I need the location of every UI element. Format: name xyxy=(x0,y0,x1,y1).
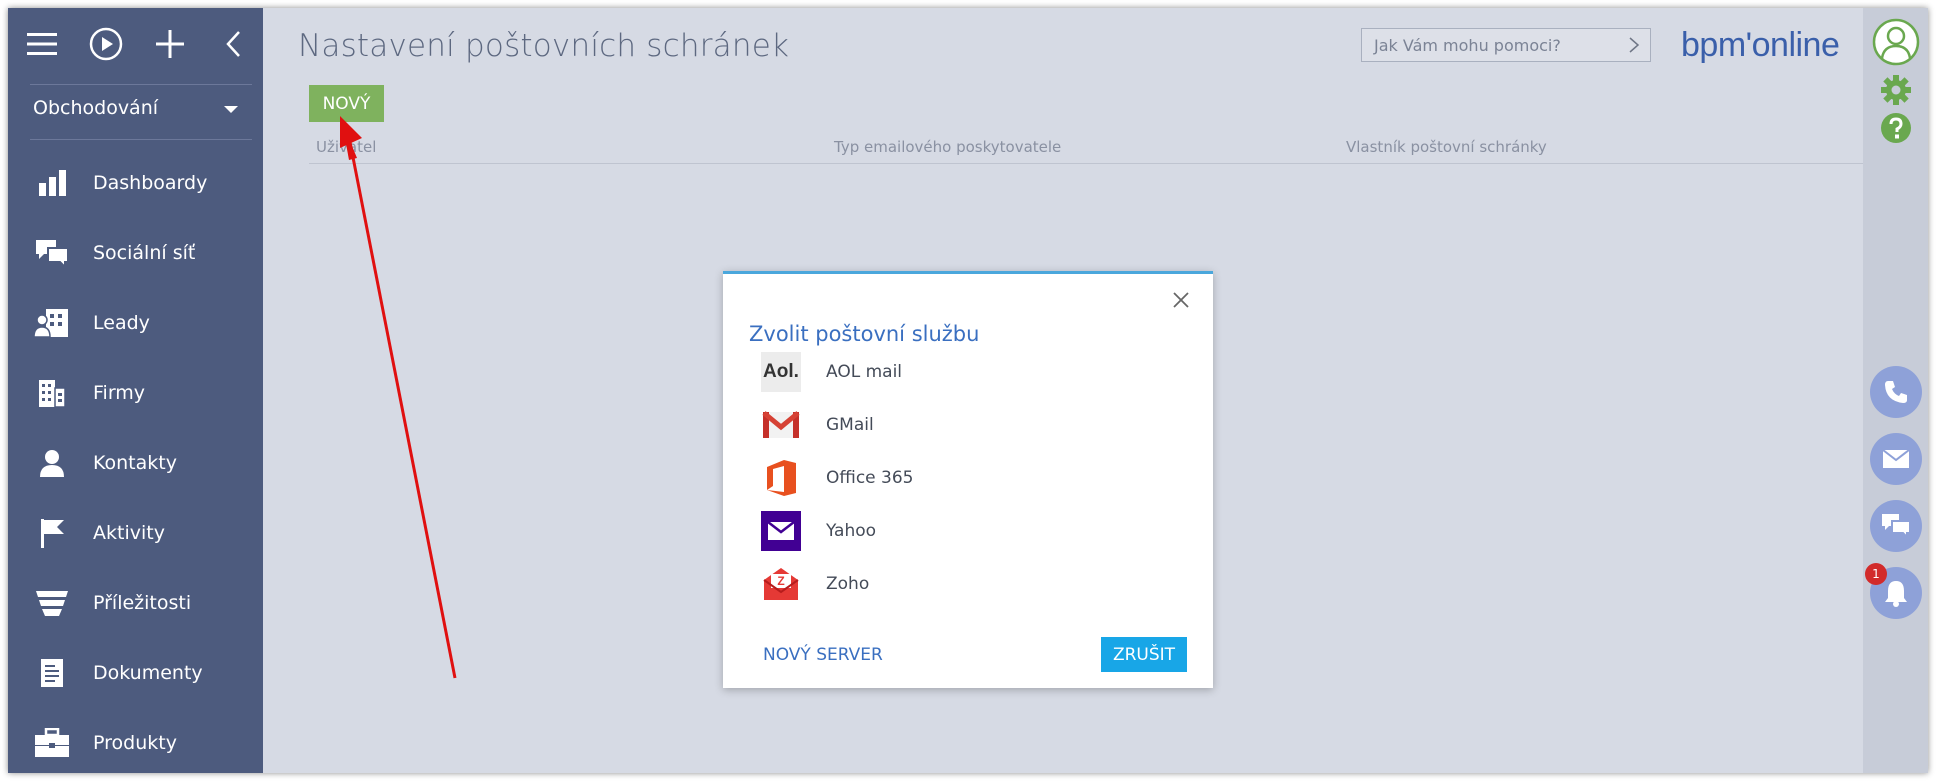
dialog-title: Zvolit poštovní službu xyxy=(749,322,980,346)
workplace-label: Obchodování xyxy=(33,97,159,119)
service-item-yahoo[interactable]: Yahoo xyxy=(761,509,1181,553)
activities-icon xyxy=(33,515,71,551)
sidebar-toolbar xyxy=(8,8,263,78)
sidebar-item-label: Aktivity xyxy=(93,522,165,544)
leads-icon xyxy=(33,305,71,341)
new-server-link[interactable]: NOVÝ SERVER xyxy=(763,645,883,665)
sidebar-item-activities[interactable]: Aktivity xyxy=(8,498,263,568)
sidebar-item-dashboards[interactable]: Dashboardy xyxy=(8,148,263,218)
divider xyxy=(30,84,252,85)
search-placeholder: Jak Vám mohu pomoci? xyxy=(1374,35,1561,55)
sidebar-item-label: Dokumenty xyxy=(93,662,203,684)
sidebar-item-label: Dashboardy xyxy=(93,172,208,194)
gear-icon[interactable] xyxy=(1880,74,1912,106)
service-name: Office 365 xyxy=(826,468,914,488)
sidebar-item-opportunities[interactable]: Příležitosti xyxy=(8,568,263,638)
user-profile-icon[interactable] xyxy=(1872,18,1920,66)
grid-header-divider xyxy=(309,163,1863,164)
cancel-button[interactable]: ZRUŠIT xyxy=(1101,637,1187,672)
email-icon[interactable] xyxy=(1870,433,1922,485)
zoho-logo: Z xyxy=(761,564,801,604)
service-item-aol[interactable]: Aol. AOL mail xyxy=(761,350,1181,394)
social-network-icon xyxy=(33,235,71,271)
contacts-icon xyxy=(33,445,71,481)
new-button[interactable]: NOVÝ xyxy=(309,85,384,122)
sidebar-item-label: Příležitosti xyxy=(93,592,192,614)
phone-icon[interactable] xyxy=(1870,366,1922,418)
brand-logo: bpm'online xyxy=(1681,26,1840,64)
add-icon[interactable] xyxy=(150,24,190,64)
sidebar-item-label: Leady xyxy=(93,312,150,334)
collapse-icon[interactable] xyxy=(213,24,253,64)
chevron-down-icon xyxy=(224,106,238,113)
choose-mail-service-dialog: Zvolit poštovní službu Aol. AOL mail GMa… xyxy=(723,271,1213,688)
yahoo-logo xyxy=(761,511,801,551)
aol-logo: Aol. xyxy=(761,352,801,392)
sidebar-item-products[interactable]: Produkty xyxy=(8,708,263,773)
page-title: Nastavení poštovních schránek xyxy=(298,28,790,64)
sidebar-item-label: Firmy xyxy=(93,382,146,404)
column-header-mailbox-owner[interactable]: Vlastník poštovní schránky xyxy=(1346,138,1547,156)
sidebar-item-accounts[interactable]: Firmy xyxy=(8,358,263,428)
notification-count-badge: 1 xyxy=(1865,563,1887,585)
column-header-user[interactable]: Uživatel xyxy=(316,138,376,156)
search-input[interactable]: Jak Vám mohu pomoci? xyxy=(1361,28,1651,62)
service-name: GMail xyxy=(826,415,874,435)
chat-icon[interactable] xyxy=(1870,500,1922,552)
service-name: Zoho xyxy=(826,574,870,594)
workplace-selector[interactable]: Obchodování xyxy=(30,86,252,130)
chevron-right-icon[interactable] xyxy=(1628,36,1640,58)
dashboards-icon xyxy=(33,165,71,201)
sidebar-nav: Dashboardy Sociální síť Leady Firmy Kont… xyxy=(8,148,263,773)
sidebar: Obchodování Dashboardy Sociální síť Lead… xyxy=(8,8,263,773)
sidebar-item-label: Sociální síť xyxy=(93,242,196,264)
service-item-office365[interactable]: Office 365 xyxy=(761,456,1181,500)
gmail-logo xyxy=(761,405,801,445)
divider xyxy=(30,139,252,140)
documents-icon xyxy=(33,655,71,691)
products-icon xyxy=(33,725,71,761)
service-name: AOL mail xyxy=(826,362,903,382)
sidebar-item-social[interactable]: Sociální síť xyxy=(8,218,263,288)
opportunities-icon xyxy=(33,585,71,621)
office365-logo xyxy=(761,458,801,498)
accounts-icon xyxy=(33,375,71,411)
column-header-provider-type[interactable]: Typ emailového poskytovatele xyxy=(834,138,1061,156)
menu-icon[interactable] xyxy=(22,24,62,64)
service-item-zoho[interactable]: Z Zoho xyxy=(761,562,1181,606)
sidebar-item-label: Kontakty xyxy=(93,452,177,474)
help-icon[interactable] xyxy=(1880,112,1912,144)
service-name: Yahoo xyxy=(826,521,877,541)
run-process-icon[interactable] xyxy=(86,24,126,64)
sidebar-item-contacts[interactable]: Kontakty xyxy=(8,428,263,498)
sidebar-item-documents[interactable]: Dokumenty xyxy=(8,638,263,708)
close-icon[interactable] xyxy=(1171,290,1191,310)
sidebar-item-label: Produkty xyxy=(93,732,177,754)
sidebar-item-leads[interactable]: Leady xyxy=(8,288,263,358)
service-item-gmail[interactable]: GMail xyxy=(761,403,1181,447)
